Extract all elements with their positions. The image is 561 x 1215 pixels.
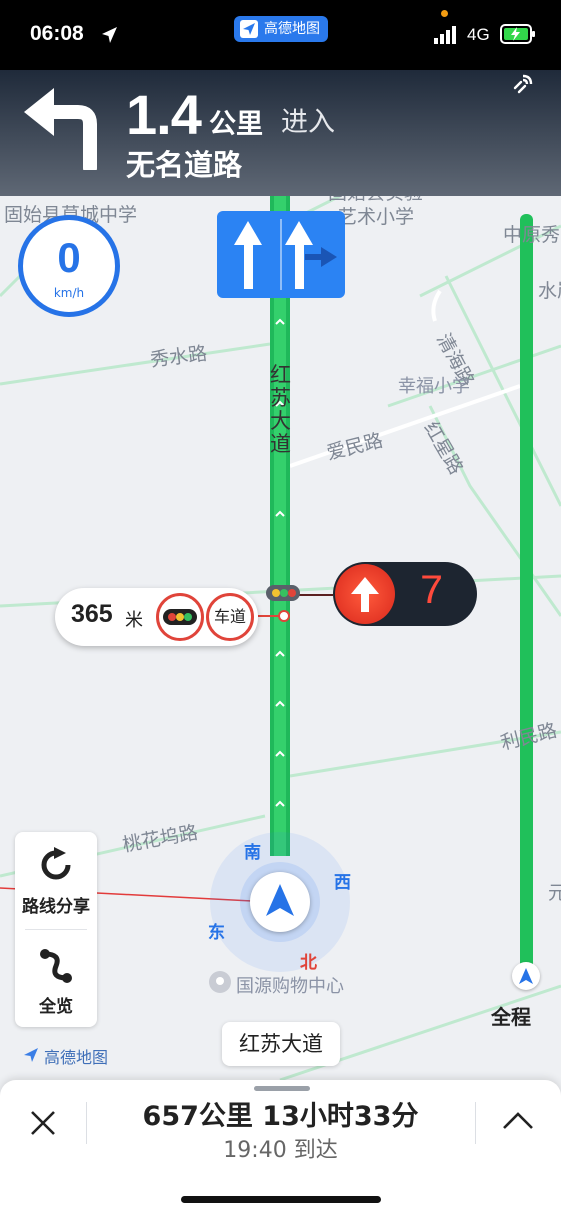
compass-north: 北 <box>300 953 317 973</box>
location-arrow-icon <box>102 27 117 43</box>
app-indicator-pill[interactable]: 高德地图 <box>234 16 328 42</box>
traffic-light-distance: 365 <box>71 600 113 628</box>
arrival-time: 19:40 到达 <box>223 1138 338 1163</box>
navigation-instruction-panel: 1.4 公里 进入 无名道路 <box>0 70 561 196</box>
lane-guidance <box>217 211 345 298</box>
red-light-circle <box>335 564 395 624</box>
speedometer: 0 km/h <box>18 215 120 317</box>
full-route-label: 全程 <box>491 1005 531 1029</box>
status-bar: 06:08 高德地图 4G <box>0 0 561 70</box>
compass-east: 东 <box>208 923 225 943</box>
battery-charging-icon <box>500 24 535 44</box>
traffic-light-distance-unit: 米 <box>125 610 143 631</box>
route-share-label: 路线分享 <box>22 897 90 917</box>
voice-broadcast-icon[interactable] <box>511 72 535 96</box>
divider <box>475 1102 476 1144</box>
amap-logo-icon <box>240 20 258 38</box>
next-turn-action: 进入 <box>281 107 335 138</box>
lane-badge: 车道 <box>206 593 254 641</box>
route-progress-marker <box>512 962 540 990</box>
map-label-school: 幸福小学 <box>398 376 470 397</box>
speed-value: 0 <box>57 234 81 281</box>
compass-south: 南 <box>244 843 261 863</box>
app-indicator-label: 高德地图 <box>264 21 320 37</box>
speed-unit: km/h <box>53 286 85 300</box>
next-turn-distance: 1.4 <box>126 83 202 146</box>
map-label-main-road: 红苏大道 <box>270 363 291 456</box>
drag-handle[interactable] <box>254 1086 310 1091</box>
share-refresh-icon <box>41 847 71 880</box>
chevron-up-icon[interactable] <box>502 1112 534 1130</box>
map-label-school-2b: 艺术小学 <box>338 206 415 228</box>
next-road-name: 无名道路 <box>126 148 243 182</box>
position-arrow-icon <box>519 968 533 984</box>
straight-arrow-icon <box>351 577 379 612</box>
countdown-seconds: 7 <box>419 568 445 616</box>
traffic-light-distance-card[interactable]: 365 米 车道 <box>55 588 258 646</box>
trip-summary: 657公里 13小时33分 <box>142 1101 419 1132</box>
side-action-panel: 路线分享 全览 <box>15 832 97 1027</box>
overview-button[interactable]: 全览 <box>15 930 97 1027</box>
current-position-marker <box>250 872 310 932</box>
turn-left-arrow-icon <box>24 88 97 170</box>
current-road-name: 红苏大道 <box>222 1022 340 1066</box>
map-label-mall: 国源购物中心 <box>236 976 344 997</box>
map-label-edge: 中原秀 <box>503 224 561 246</box>
overview-label: 全览 <box>39 997 73 1017</box>
next-turn-distance-unit: 公里 <box>209 109 263 140</box>
traffic-light-countdown: 7 <box>333 562 477 626</box>
watermark-label: 高德地图 <box>44 1048 109 1067</box>
network-type: 4G <box>467 25 490 44</box>
overview-route-icon <box>40 949 72 983</box>
compass-west: 西 <box>334 873 351 893</box>
trip-summary-bar: 657公里 13小时33分 19:40 到达 <box>0 1080 561 1215</box>
map-label-edge-3: 元 <box>548 882 561 904</box>
map-label-edge-2: 水岸 <box>538 280 561 302</box>
home-indicator[interactable] <box>181 1196 381 1203</box>
amap-logo-icon <box>24 1048 38 1062</box>
map-pin-icon <box>209 971 231 993</box>
status-time: 06:08 <box>30 22 84 45</box>
signal-bars-icon <box>434 26 456 44</box>
route-share-button[interactable]: 路线分享 <box>15 832 97 928</box>
privacy-dot <box>441 10 448 17</box>
traffic-light-icon <box>156 593 204 641</box>
navigation-arrow-icon <box>266 884 294 916</box>
lane-arrows-icon <box>234 219 337 290</box>
